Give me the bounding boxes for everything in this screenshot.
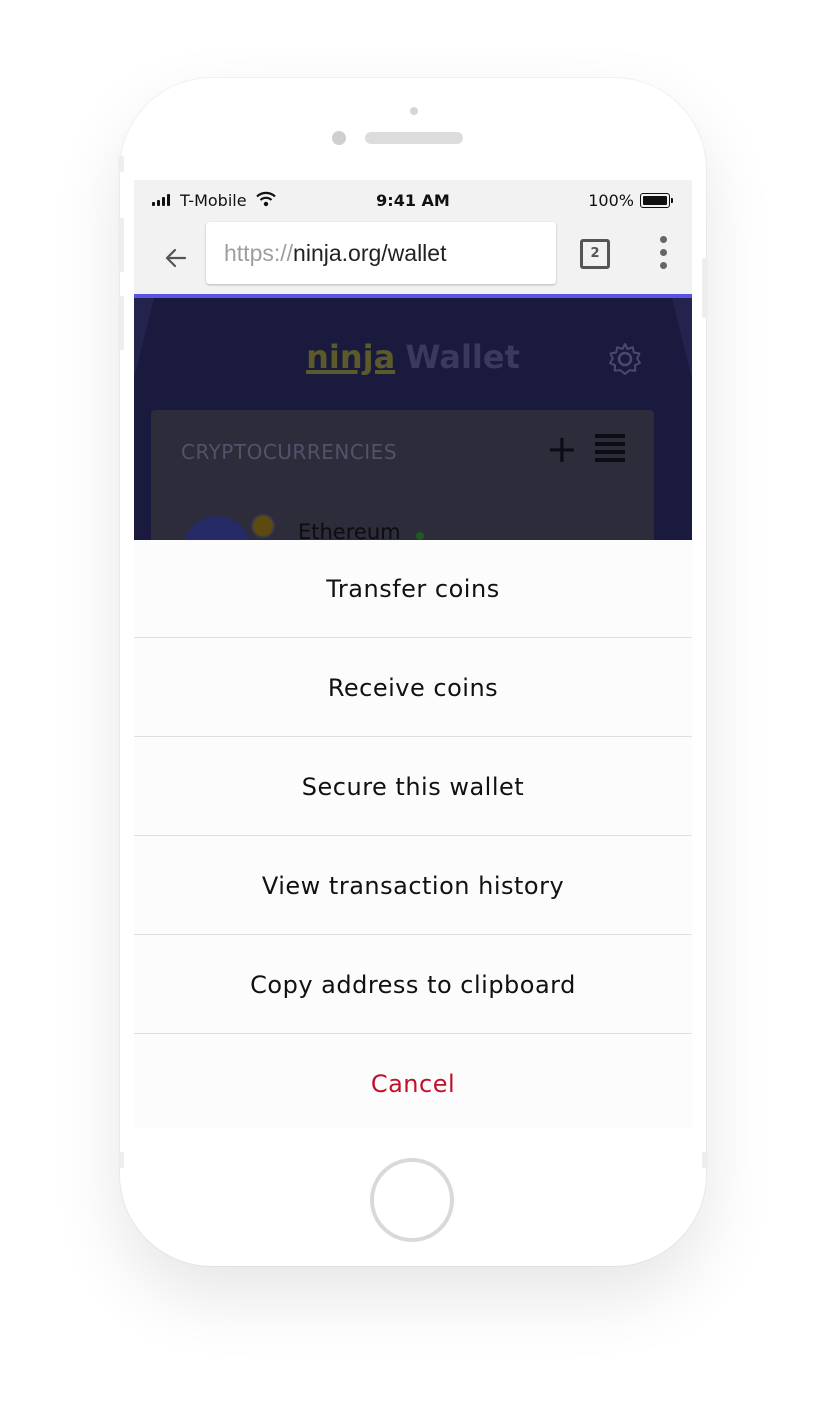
info-badge-icon	[251, 514, 275, 538]
cryptocurrencies-card: CRYPTOCURRENCIES + Ethereum	[151, 410, 654, 540]
receive-coins-button[interactable]: Receive coins	[134, 639, 692, 737]
frame-notch-bottom-right	[702, 1152, 708, 1168]
status-bar: T-Mobile 9:41 AM 100%	[134, 180, 692, 222]
cancel-button[interactable]: Cancel	[134, 1035, 692, 1128]
battery-icon	[640, 193, 673, 208]
arrow-left-icon	[165, 248, 187, 268]
more-menu-button[interactable]	[654, 236, 674, 270]
frame-notch-top-left	[118, 156, 124, 172]
web-page-dimmed: ninja Wallet CRYPTOCURRENCIES + Ethereum	[134, 298, 692, 540]
frame-notch-bottom-left	[118, 1152, 124, 1168]
url-host: ninja.org/wallet	[293, 239, 447, 266]
proximity-sensor	[410, 107, 418, 115]
battery-percentage: 100%	[588, 191, 634, 210]
view-history-button[interactable]: View transaction history	[134, 837, 692, 935]
home-button[interactable]	[370, 1158, 454, 1242]
earpiece-speaker	[365, 132, 463, 144]
logo-ninja: ninja	[306, 338, 396, 376]
list-view-icon[interactable]	[595, 434, 625, 466]
secure-wallet-button[interactable]: Secure this wallet	[134, 738, 692, 836]
gear-icon[interactable]	[608, 342, 642, 376]
status-dot	[416, 532, 424, 540]
logo-wallet: Wallet	[405, 338, 520, 376]
back-button[interactable]	[156, 238, 196, 278]
add-coin-button[interactable]: +	[546, 430, 578, 468]
front-camera	[332, 131, 346, 145]
transfer-coins-button[interactable]: Transfer coins	[134, 540, 692, 638]
coin-name: Ethereum	[298, 520, 401, 540]
power-button	[702, 258, 708, 318]
browser-toolbar: https:// ninja.org/wallet 2	[134, 222, 692, 294]
volume-down-button	[118, 296, 124, 350]
address-bar[interactable]: https:// ninja.org/wallet	[206, 222, 556, 284]
action-sheet: Transfer coins Receive coins Secure this…	[134, 540, 692, 1128]
section-title: CRYPTOCURRENCIES	[181, 440, 398, 464]
url-scheme: https://	[224, 239, 294, 266]
copy-address-button[interactable]: Copy address to clipboard	[134, 936, 692, 1034]
ethereum-logo	[183, 516, 251, 540]
volume-up-button	[118, 218, 124, 272]
phone-screen: T-Mobile 9:41 AM 100% https:// ninja.org…	[134, 180, 692, 1128]
tab-switcher-button[interactable]: 2	[580, 239, 610, 269]
background-shape-right	[672, 298, 692, 540]
